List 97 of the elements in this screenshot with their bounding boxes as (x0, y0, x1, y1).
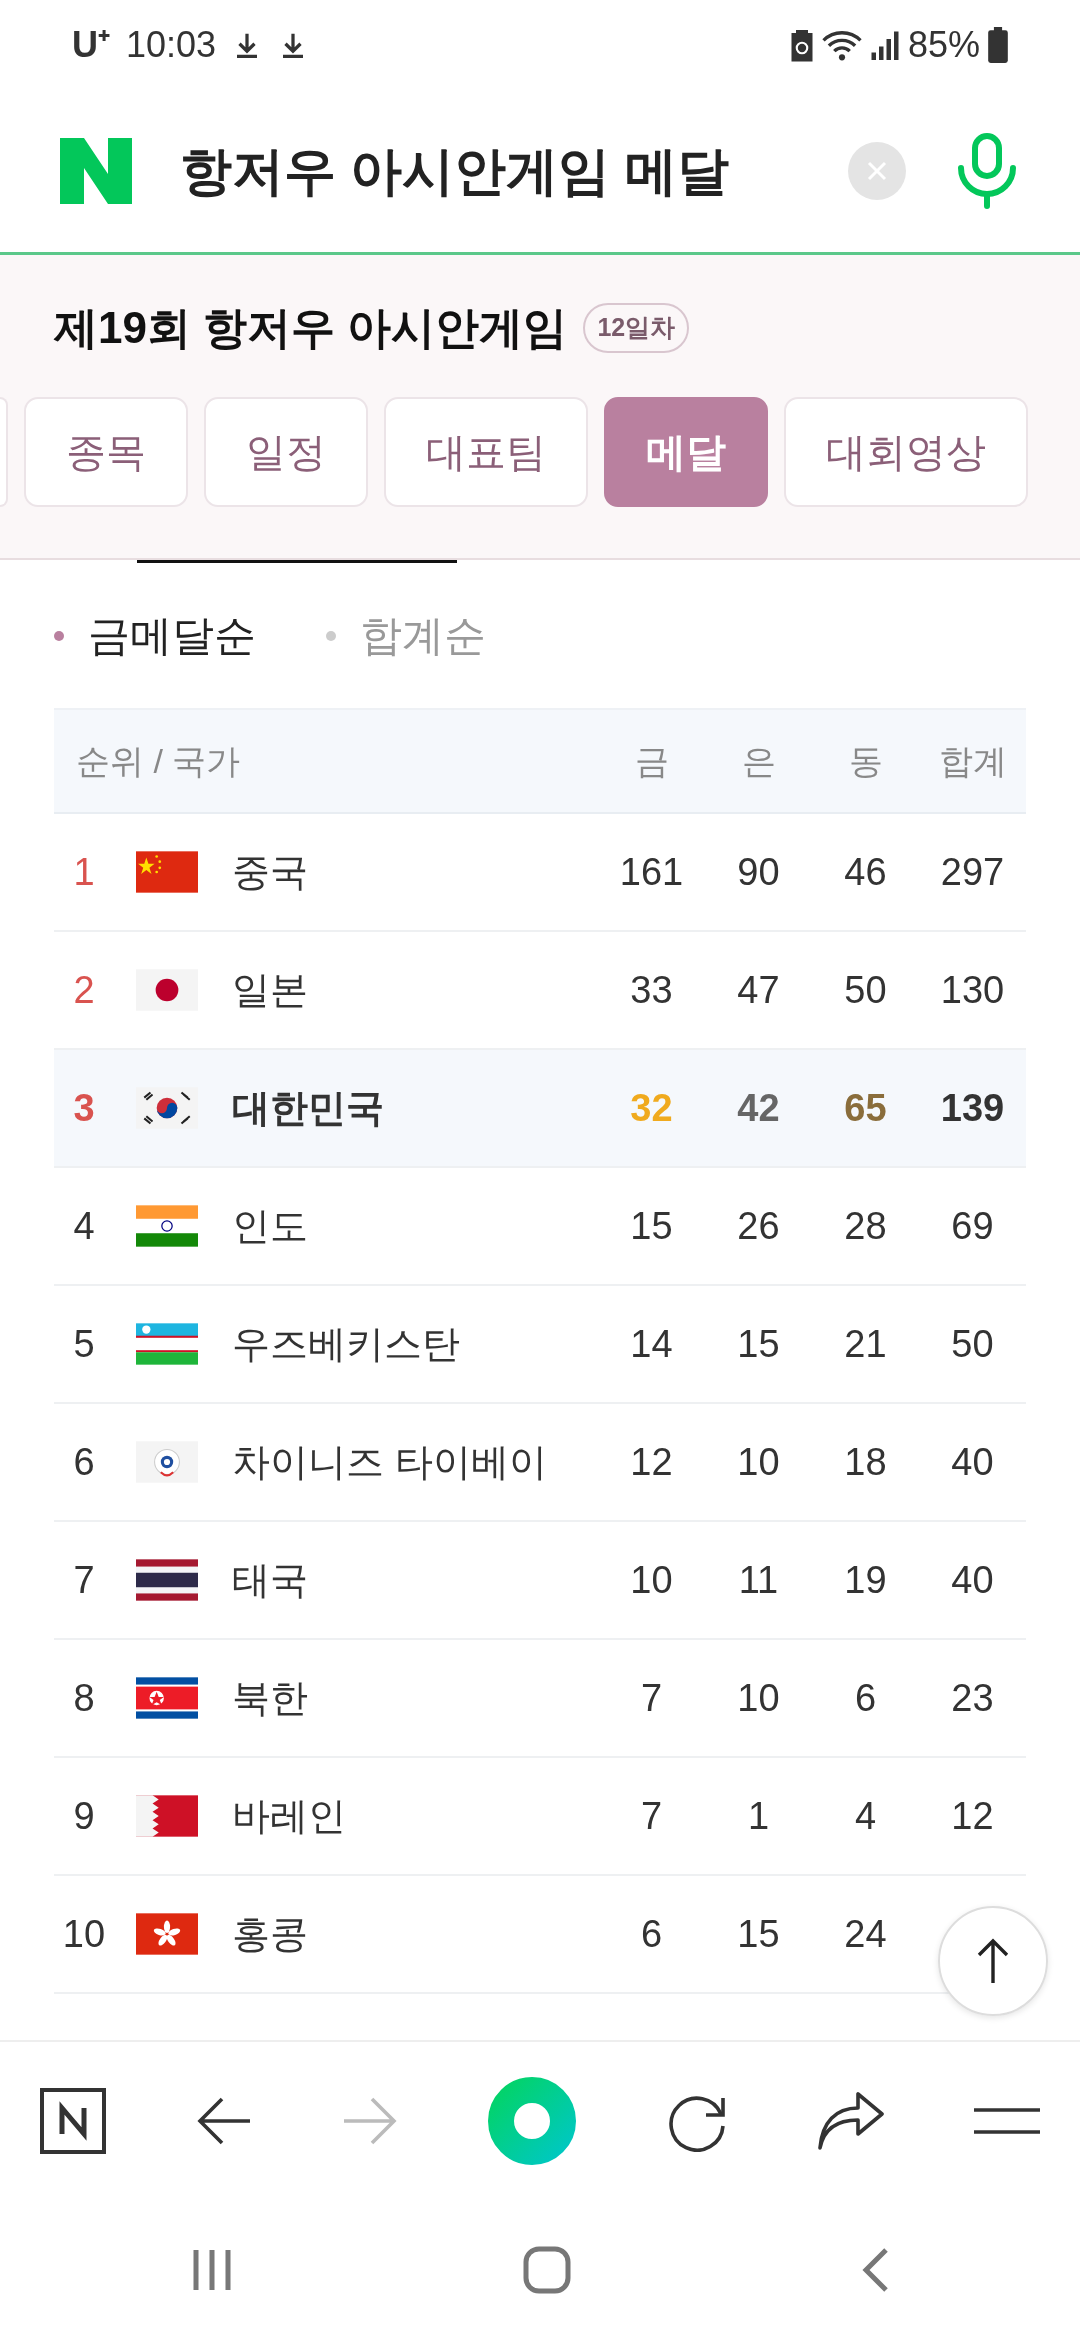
flag-icon (136, 1323, 198, 1365)
carrier-label: U⁺ (72, 23, 110, 67)
rank-cell-text: 6 (72, 1439, 96, 1485)
rank-cell-text: 10 (61, 1911, 107, 1957)
country-cell-text: 중국 (232, 849, 309, 895)
rank-cell-text: 2 (72, 967, 96, 1013)
flag-icon (136, 1205, 198, 1247)
total-cell-text: 23 (950, 1675, 995, 1721)
battery-percent: 85% (907, 23, 980, 67)
country-cell-text: 대한민국 (232, 1085, 385, 1131)
tab[interactable]: 대표팀 (384, 397, 588, 507)
flag-icon (136, 1559, 198, 1601)
medal-count-cell-text: 26 (736, 1203, 781, 1249)
tab[interactable]: 일정 (204, 397, 368, 507)
home-icon[interactable] (523, 2246, 571, 2294)
country-cell-text: 차이니즈 타이베이 (232, 1439, 548, 1485)
medal-count-cell-text: 21 (843, 1321, 888, 1367)
medal-count-cell-text: 10 (736, 1675, 781, 1721)
flag-icon (136, 1087, 198, 1129)
medal-count-cell-text: 15 (736, 1911, 781, 1957)
total-cell-text: 297 (939, 849, 1006, 895)
rank-cell-text: 7 (72, 1557, 96, 1603)
medal-count-cell-text: 6 (639, 1911, 664, 1957)
medal-count-cell-text: 10 (736, 1439, 781, 1485)
share-icon[interactable] (818, 2092, 884, 2150)
rank-cell-text: 5 (72, 1321, 96, 1367)
flag-icon (136, 851, 198, 893)
menu-icon[interactable] (974, 2106, 1040, 2136)
column-header: 순위 / 국가 (75, 740, 242, 782)
medal-count-cell-text: 7 (639, 1675, 664, 1721)
flag-icon (136, 1677, 198, 1719)
column-header: 은 (740, 740, 777, 782)
back-arrow-icon[interactable] (196, 2096, 252, 2146)
rank-cell-text: 9 (72, 1793, 96, 1839)
flag-icon (136, 969, 198, 1011)
medal-count-cell-text: 14 (629, 1321, 674, 1367)
medal-count-cell-text: 4 (853, 1793, 878, 1839)
flag-icon (136, 1441, 198, 1483)
back-icon[interactable] (860, 2247, 890, 2293)
tab[interactable]: 대회영상 (784, 397, 1028, 507)
medal-count-cell-text: 90 (736, 849, 781, 895)
battery-icon (988, 27, 1008, 63)
medal-count-cell-text: 15 (736, 1321, 781, 1367)
total-cell-text: 12 (950, 1793, 995, 1839)
medal-count-cell-text: 33 (629, 967, 674, 1013)
total-cell-text: 40 (950, 1557, 995, 1603)
medal-count-cell-text: 12 (629, 1439, 674, 1485)
naver-logo-icon[interactable] (60, 138, 132, 204)
sort-option[interactable]: 금메달순 (88, 604, 256, 667)
column-header: 동 (847, 740, 884, 782)
rank-cell-text: 8 (72, 1675, 96, 1721)
country-cell-text: 우즈베키스탄 (232, 1321, 461, 1367)
medal-count-cell-text: 11 (737, 1557, 780, 1603)
event-title: 제19회 항저우 아시안게임 (54, 302, 568, 354)
medal-count-cell-text: 18 (843, 1439, 888, 1485)
flag-icon (136, 1795, 198, 1837)
medal-count-cell-text: 50 (843, 967, 888, 1013)
medal-count-cell-text: 24 (843, 1911, 888, 1957)
column-header: 합계 (937, 740, 1008, 782)
country-cell-text: 홍콩 (232, 1911, 309, 1957)
medal-count-cell-text: 42 (736, 1085, 781, 1131)
medal-count-cell-text: 28 (843, 1203, 888, 1249)
country-cell-text: 일본 (232, 967, 309, 1013)
rank-cell-text: 1 (72, 849, 96, 895)
status-time: 10:03 (126, 23, 217, 67)
total-cell-text: 69 (950, 1203, 995, 1249)
search-query[interactable]: 항저우 아시안게임 메달 (180, 132, 800, 210)
medal-count-cell-text: 1 (746, 1793, 771, 1839)
country-cell-text: 태국 (232, 1557, 309, 1603)
day-badge: 12일차 (583, 303, 690, 353)
total-cell-text: 40 (950, 1439, 995, 1485)
flag-icon (136, 1913, 198, 1955)
medal-count-cell-text: 10 (629, 1557, 674, 1603)
medal-count-cell-text: 19 (843, 1557, 888, 1603)
rank-cell-text: 4 (72, 1203, 96, 1249)
total-cell-text: 139 (939, 1085, 1006, 1131)
country-cell-text: 인도 (232, 1203, 309, 1249)
medal-count-cell-text: 6 (853, 1675, 878, 1721)
medal-count-cell-text: 47 (736, 967, 781, 1013)
battery-saver-icon (789, 28, 814, 62)
sort-option[interactable]: 합계순 (360, 604, 486, 667)
home-n-icon[interactable] (40, 2088, 106, 2154)
medal-count-cell-text: 7 (639, 1793, 664, 1839)
medal-count-cell-text: 46 (843, 849, 888, 895)
tab[interactable]: 메달 (604, 397, 768, 507)
total-cell-text: 130 (939, 967, 1006, 1013)
medal-count-cell-text: 65 (843, 1085, 888, 1131)
country-cell-text: 바레인 (232, 1793, 347, 1839)
medal-count-cell-text: 161 (618, 849, 685, 895)
medal-count-cell-text: 32 (629, 1085, 674, 1131)
tab[interactable]: 종목 (24, 397, 188, 507)
rank-cell-text: 3 (72, 1085, 96, 1131)
country-cell-text: 북한 (232, 1675, 309, 1721)
wifi-icon (821, 28, 862, 62)
medal-count-cell-text: 15 (629, 1203, 674, 1249)
column-header: 금 (633, 740, 670, 782)
total-cell-text: 50 (950, 1321, 995, 1367)
